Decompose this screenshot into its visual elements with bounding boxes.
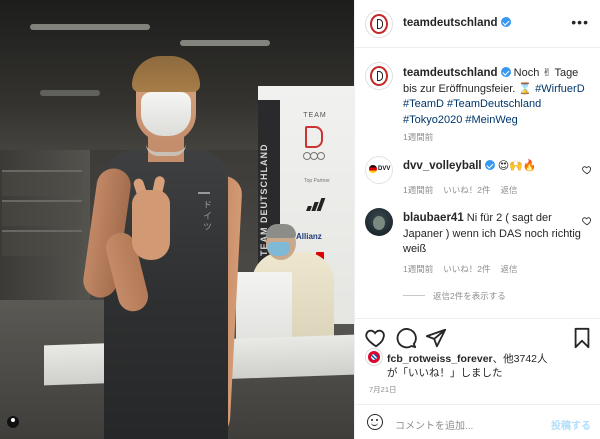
liker-username[interactable]: fcb_rotweiss_forever xyxy=(387,353,493,365)
shelf xyxy=(2,230,82,256)
post-sidebar: teamdeutschland ••• teamdeutschland Noch… xyxy=(354,0,600,439)
shirt-text: ドイツ xyxy=(202,200,212,233)
caption-author-avatar[interactable] xyxy=(365,62,393,90)
shirt-logo xyxy=(198,192,210,200)
adidas-logo xyxy=(303,198,327,214)
victory-hand-icon: ✌ xyxy=(542,67,552,79)
comment-form: コメントを追加... 投稿する xyxy=(355,404,600,439)
likes-summary: fcb_rotweiss_forever、他3742人 が「いいね！」しました xyxy=(387,352,577,380)
team-d-icon xyxy=(370,66,388,86)
banner-allianz-text: Allianz xyxy=(296,232,322,241)
comment-like-heart-icon[interactable] xyxy=(582,216,592,226)
ceiling-light xyxy=(40,90,100,96)
caption-text-1: Noch xyxy=(510,67,543,79)
comment-username[interactable]: dvv_volleyball xyxy=(403,160,482,172)
verified-badge-icon xyxy=(484,160,495,170)
banner-partner-text: Top Partner xyxy=(304,178,330,184)
team-d-icon xyxy=(370,14,388,34)
comment-emojis: 😍🙌🔥 xyxy=(497,160,537,172)
reply-button[interactable]: 返信 xyxy=(500,185,517,195)
seated-man-mask xyxy=(268,242,290,256)
profile-photo xyxy=(373,216,385,230)
post-date[interactable]: 7月21日 xyxy=(369,384,397,395)
tagged-user-icon[interactable] xyxy=(6,415,20,429)
comment-likes[interactable]: いいね！2件 xyxy=(443,185,490,195)
comment-likes[interactable]: いいね！2件 xyxy=(443,264,490,274)
hashtag[interactable]: #WirfuerD xyxy=(535,83,585,95)
olympic-rings-icon xyxy=(303,152,325,162)
post-caption: teamdeutschland Noch ✌ Tage bis zur Eröf… xyxy=(403,66,593,128)
liker-avatar[interactable] xyxy=(365,348,383,366)
lanyard xyxy=(146,144,186,156)
comment-time[interactable]: 1週間前 xyxy=(403,185,433,195)
post-comment-button[interactable]: 投稿する xyxy=(551,417,591,432)
ceiling-light xyxy=(30,24,150,30)
caption-author[interactable]: teamdeutschland xyxy=(403,67,498,79)
comment-input[interactable]: コメントを追加... xyxy=(395,417,473,432)
hashtag[interactable]: #Tokyo2020 xyxy=(403,114,462,126)
comment-like-heart-icon[interactable] xyxy=(582,165,592,175)
comment: blaubaer41 Ni für 2 ( sagt der Japaner )… xyxy=(403,211,581,258)
fc-bayern-logo-icon xyxy=(368,351,380,363)
team-d-logo xyxy=(305,126,323,148)
comment-meta: 1週間前 いいね！2件 返信 xyxy=(403,263,527,275)
post-photo[interactable]: TEAM DEUTSCHLAND TEAM Top Partner Allian… xyxy=(0,0,354,439)
likes-suffix: が「いいね！」しました xyxy=(387,367,503,379)
like-heart-icon[interactable] xyxy=(365,327,387,349)
post-header: teamdeutschland ••• xyxy=(355,0,600,48)
shelf xyxy=(2,170,82,196)
banner-team-text: TEAM xyxy=(303,112,327,119)
verified-badge-icon xyxy=(500,67,511,77)
hashtag[interactable]: #MeinWeg xyxy=(465,114,517,126)
peace-sign-hand xyxy=(132,190,170,260)
view-replies-button[interactable]: 返信2件を表示する xyxy=(403,290,506,302)
reply-button[interactable]: 返信 xyxy=(500,264,517,274)
woman-face-mask xyxy=(141,92,191,136)
commenter-avatar[interactable] xyxy=(365,208,393,236)
comment-bubble-icon[interactable] xyxy=(395,327,417,349)
hashtag[interactable]: #TeamDeutschland xyxy=(447,98,541,110)
comment-meta: 1週間前 いいね！2件 返信 xyxy=(403,184,527,196)
caption-time[interactable]: 1週間前 xyxy=(403,131,433,143)
verified-badge-icon xyxy=(500,17,511,27)
share-paper-plane-icon[interactable] xyxy=(425,327,447,349)
shelf xyxy=(2,200,82,226)
author-name[interactable]: teamdeutschland xyxy=(403,17,498,29)
likes-count[interactable]: 、他3742人 xyxy=(493,353,548,365)
comment: dvv_volleyball 😍🙌🔥 xyxy=(403,159,581,175)
save-bookmark-icon[interactable] xyxy=(571,327,593,349)
more-options-icon[interactable]: ••• xyxy=(571,14,589,30)
dvv-logo-icon: DVV xyxy=(369,165,390,175)
comment-username[interactable]: blaubaer41 xyxy=(403,212,464,224)
comment-time[interactable]: 1週間前 xyxy=(403,264,433,274)
author-username[interactable]: teamdeutschland xyxy=(403,17,511,29)
hourglass-icon: ⌛ xyxy=(518,82,533,95)
author-avatar[interactable] xyxy=(365,10,393,38)
hashtag[interactable]: #TeamD xyxy=(403,98,444,110)
ceiling-light xyxy=(180,40,270,46)
commenter-avatar[interactable]: DVV xyxy=(365,156,393,184)
seated-man-hair xyxy=(266,224,296,238)
emoji-smile-icon[interactable] xyxy=(367,414,383,430)
